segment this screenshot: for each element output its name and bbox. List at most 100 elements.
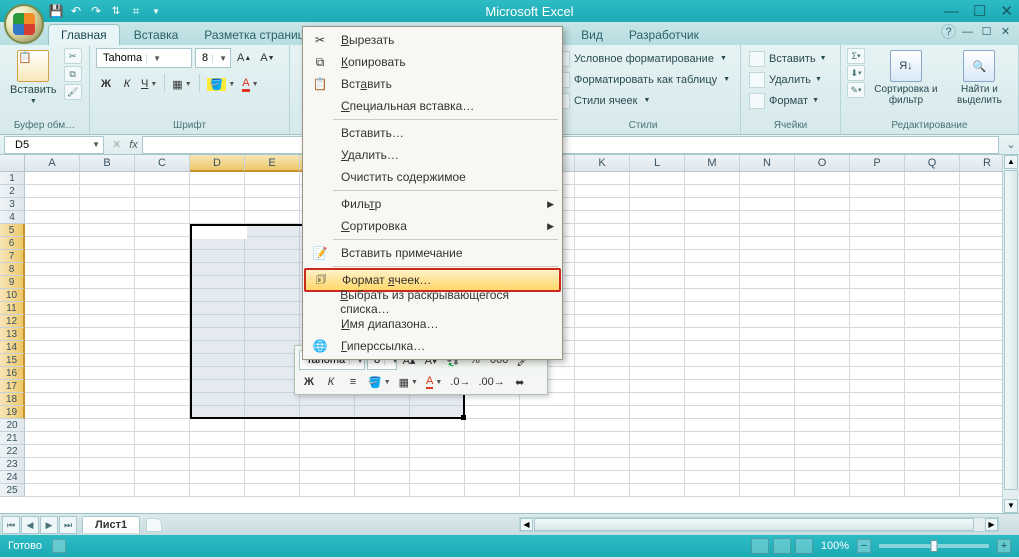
cell[interactable] <box>795 419 850 432</box>
cell[interactable] <box>630 341 685 354</box>
cell[interactable] <box>80 263 135 276</box>
cell[interactable] <box>630 458 685 471</box>
row-header[interactable]: 18 <box>0 393 25 406</box>
cell[interactable] <box>630 224 685 237</box>
cell[interactable] <box>850 211 905 224</box>
cell[interactable] <box>135 315 190 328</box>
cell[interactable] <box>795 471 850 484</box>
close-button[interactable]: ✕ <box>1000 2 1013 20</box>
cell[interactable] <box>630 263 685 276</box>
cell[interactable] <box>80 289 135 302</box>
cell[interactable] <box>685 341 740 354</box>
column-header[interactable]: L <box>630 155 685 172</box>
cell[interactable] <box>135 367 190 380</box>
cell[interactable] <box>905 432 960 445</box>
cell[interactable] <box>25 315 80 328</box>
cell[interactable] <box>190 198 245 211</box>
cell[interactable] <box>80 484 135 497</box>
cell[interactable] <box>685 471 740 484</box>
cell[interactable] <box>25 289 80 302</box>
cell[interactable] <box>685 458 740 471</box>
cell[interactable] <box>685 328 740 341</box>
cell[interactable] <box>630 328 685 341</box>
qat-redo-icon[interactable]: ↷ <box>88 3 104 19</box>
cell[interactable] <box>135 198 190 211</box>
cell[interactable] <box>355 432 410 445</box>
cell[interactable] <box>190 445 245 458</box>
context-menu-item[interactable]: 📋Вставить <box>305 73 560 95</box>
cell[interactable] <box>575 224 630 237</box>
cell[interactable] <box>630 484 685 497</box>
row-header[interactable]: 3 <box>0 198 25 211</box>
cell[interactable] <box>630 172 685 185</box>
cell[interactable] <box>905 224 960 237</box>
cell[interactable] <box>520 484 575 497</box>
ribbon-min-icon[interactable]: — <box>960 24 975 39</box>
cell[interactable] <box>245 198 300 211</box>
row-header[interactable]: 13 <box>0 328 25 341</box>
cell[interactable] <box>795 367 850 380</box>
cell[interactable] <box>685 237 740 250</box>
select-all-corner[interactable] <box>0 155 25 172</box>
cell[interactable] <box>80 445 135 458</box>
column-header[interactable]: E <box>245 155 300 172</box>
cell[interactable] <box>905 406 960 419</box>
cell[interactable] <box>795 328 850 341</box>
cell[interactable] <box>630 250 685 263</box>
column-header[interactable]: A <box>25 155 80 172</box>
cell[interactable] <box>465 484 520 497</box>
format-as-table-button[interactable]: Форматировать как таблицу ▼ <box>552 69 732 90</box>
cell[interactable] <box>135 380 190 393</box>
cell[interactable] <box>850 250 905 263</box>
cell[interactable] <box>685 419 740 432</box>
cell[interactable] <box>575 445 630 458</box>
cell[interactable] <box>905 302 960 315</box>
cell[interactable] <box>575 198 630 211</box>
cell[interactable] <box>25 432 80 445</box>
cell[interactable] <box>25 341 80 354</box>
mini-dec-decrease-icon[interactable]: .00→ <box>475 372 507 392</box>
cell[interactable] <box>355 458 410 471</box>
mini-italic-button[interactable]: К <box>321 372 341 392</box>
cell[interactable] <box>135 237 190 250</box>
cell[interactable] <box>905 341 960 354</box>
column-header[interactable]: N <box>740 155 795 172</box>
cell[interactable] <box>740 328 795 341</box>
cell[interactable] <box>575 367 630 380</box>
cell[interactable] <box>355 445 410 458</box>
cell[interactable] <box>630 276 685 289</box>
cell[interactable] <box>80 224 135 237</box>
cell[interactable] <box>410 432 465 445</box>
cell[interactable] <box>80 237 135 250</box>
cell[interactable] <box>300 432 355 445</box>
cell[interactable] <box>465 419 520 432</box>
mini-dec-increase-icon[interactable]: .0→ <box>447 372 473 392</box>
qat-save-icon[interactable]: 💾 <box>48 3 64 19</box>
cell[interactable] <box>80 211 135 224</box>
copy-icon[interactable]: ⧉ <box>64 66 82 82</box>
cell[interactable] <box>245 484 300 497</box>
cell[interactable] <box>575 341 630 354</box>
row-header[interactable]: 15 <box>0 354 25 367</box>
cell[interactable] <box>575 172 630 185</box>
cell[interactable] <box>135 250 190 263</box>
cell[interactable] <box>80 250 135 263</box>
cell[interactable] <box>740 289 795 302</box>
cell[interactable] <box>25 302 80 315</box>
ribbon-restore-icon[interactable]: ☐ <box>979 24 994 39</box>
cell[interactable] <box>905 276 960 289</box>
cell[interactable] <box>685 406 740 419</box>
cell[interactable] <box>25 471 80 484</box>
cell[interactable] <box>630 406 685 419</box>
cell[interactable] <box>685 432 740 445</box>
font-size-combo[interactable]: 8▼ <box>195 48 231 68</box>
cell[interactable] <box>135 341 190 354</box>
cell[interactable] <box>520 471 575 484</box>
cell[interactable] <box>630 302 685 315</box>
row-header[interactable]: 10 <box>0 289 25 302</box>
sort-filter-button[interactable]: Я↓ Сортировка и фильтр <box>868 48 944 108</box>
mini-fill-icon[interactable]: 🪣▼ <box>365 372 394 392</box>
cell[interactable] <box>300 484 355 497</box>
fill-handle[interactable] <box>461 415 466 420</box>
cell[interactable] <box>630 354 685 367</box>
